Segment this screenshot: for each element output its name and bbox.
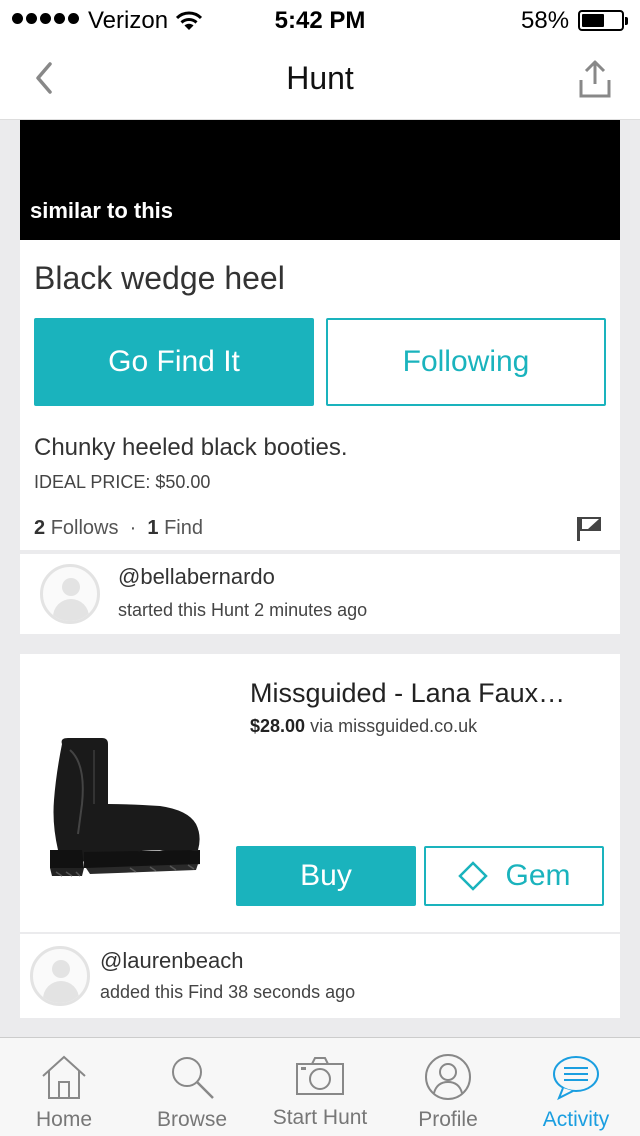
ideal-price: IDEAL PRICE: $50.00 (34, 472, 211, 492)
follows-count: 2 (34, 517, 46, 539)
creator-activity: started this Hunt 2 minutes ago (118, 600, 368, 620)
hunt-image-banner: similar to this (20, 120, 620, 240)
product-price: $28.00 (250, 716, 306, 736)
chat-bubble-icon (553, 1056, 599, 1101)
battery-percent: 58% (521, 7, 570, 34)
gem-button[interactable]: Gem (424, 846, 604, 906)
find-card: Missguided - Lana Faux… $28.00 via missg… (20, 654, 620, 1018)
product-price-line: $28.00 via missguided.co.uk (250, 716, 477, 737)
follows-label: Follows (50, 517, 119, 539)
tab-label: Activity (542, 1108, 610, 1131)
follows-link[interactable]: 2 Follows (34, 517, 118, 539)
creator-username[interactable]: @bellabernardo (118, 564, 275, 590)
hunt-description: Chunky heeled black booties. (34, 434, 348, 461)
camera-icon (296, 1057, 344, 1095)
finds-label: Find (164, 517, 203, 539)
navigation-bar: Hunt (0, 40, 640, 120)
banner-caption: similar to this (30, 198, 174, 223)
diamond-icon (458, 861, 489, 891)
finds-count: 1 (147, 517, 159, 539)
hunt-creator-row[interactable]: @bellabernardo started this Hunt 2 minut… (20, 554, 620, 634)
following-button[interactable]: Following (326, 318, 606, 406)
tab-label: Start Hunt (272, 1106, 368, 1129)
tab-label: Profile (418, 1108, 478, 1131)
hunt-stats: 2 Follows · 1 Find (34, 517, 203, 540)
tab-start-hunt[interactable]: Start Hunt (256, 1038, 384, 1136)
tab-label: Home (35, 1108, 93, 1131)
flag-icon[interactable] (576, 516, 602, 542)
tab-home[interactable]: Home (0, 1038, 128, 1136)
go-find-it-button[interactable]: Go Find It (34, 318, 314, 406)
gem-label: Gem (505, 859, 571, 892)
buy-button[interactable]: Buy (236, 846, 416, 906)
search-icon (172, 1057, 214, 1099)
tab-profile[interactable]: Profile (384, 1038, 512, 1136)
stats-separator: · (129, 517, 137, 539)
divider (20, 932, 620, 934)
tab-browse[interactable]: Browse (128, 1038, 256, 1136)
battery-icon (578, 10, 628, 31)
hunt-card: Black wedge heel Go Find It Following Ch… (20, 240, 620, 550)
product-title[interactable]: Missguided - Lana Faux… (250, 678, 565, 709)
tab-label: Browse (156, 1108, 228, 1131)
share-icon[interactable] (578, 58, 612, 100)
avatar[interactable] (30, 946, 90, 1006)
tab-activity[interactable]: Activity (512, 1038, 640, 1136)
status-bar: Verizon 5:42 PM 58% (0, 0, 640, 40)
product-source: via missguided.co.uk (310, 716, 478, 736)
home-icon (42, 1055, 86, 1099)
product-image[interactable] (20, 654, 220, 932)
finds-link[interactable]: 1 Find (147, 517, 203, 539)
tab-bar: Home Browse Start Hunt Profile Activity (0, 1037, 640, 1136)
finder-activity: added this Find 38 seconds ago (100, 982, 356, 1002)
page-title: Hunt (286, 60, 354, 96)
finder-username[interactable]: @laurenbeach (100, 948, 243, 974)
hunt-title: Black wedge heel (34, 260, 285, 296)
avatar[interactable] (40, 564, 100, 624)
profile-icon (425, 1054, 471, 1100)
